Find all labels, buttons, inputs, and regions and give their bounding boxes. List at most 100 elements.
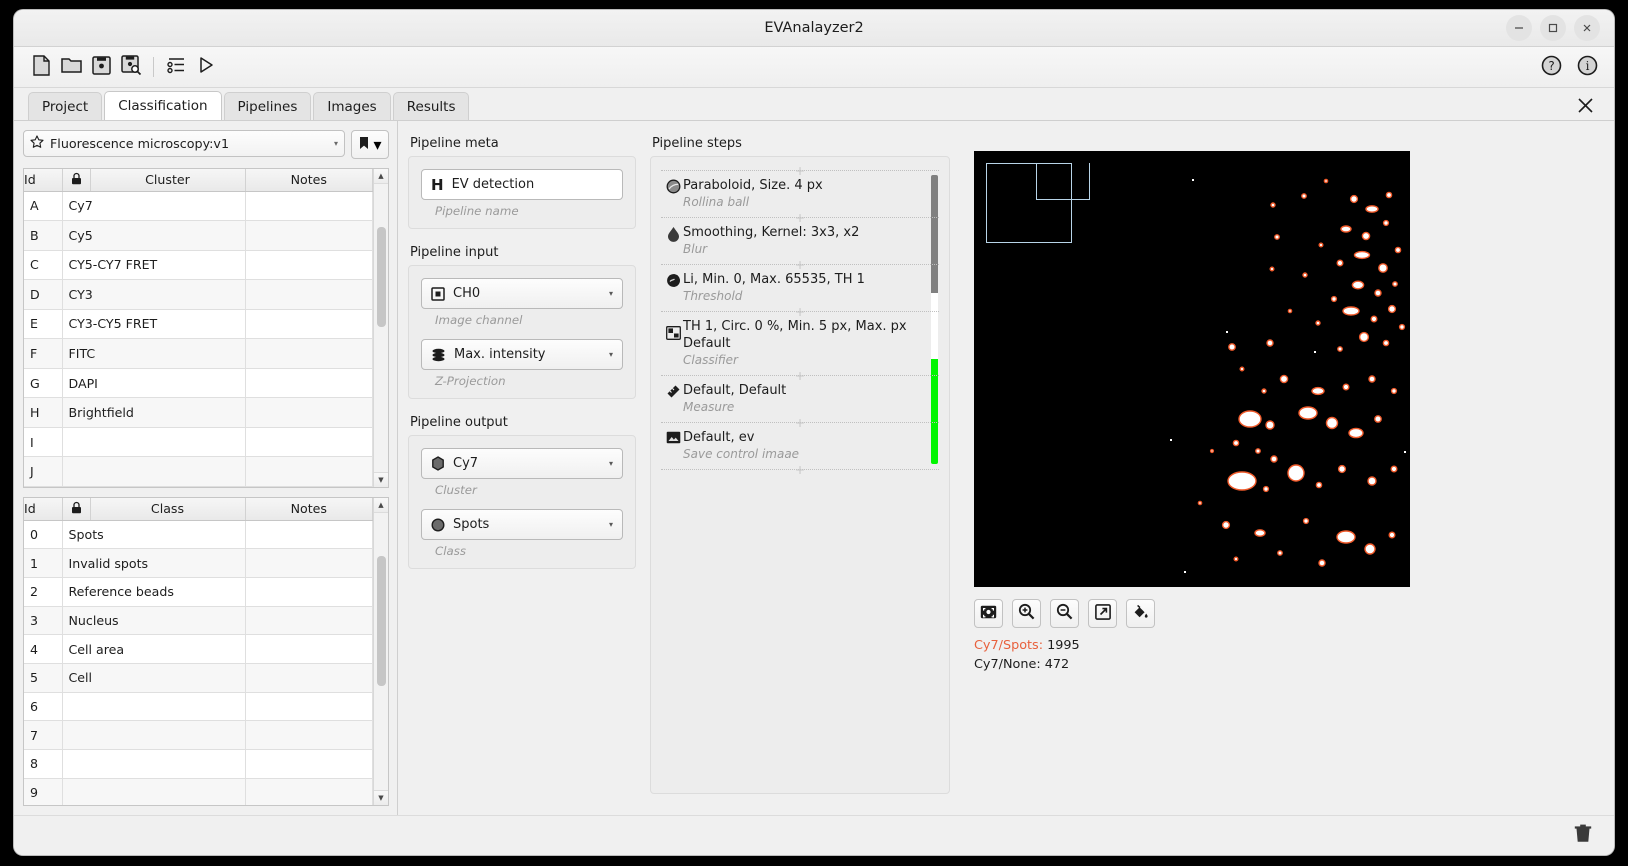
cell-class[interactable] <box>62 720 246 750</box>
tab-project[interactable]: Project <box>28 92 103 120</box>
table-row[interactable]: E CY3-CY5 FRET <box>24 309 373 340</box>
column-header-notes[interactable]: Notes <box>245 498 373 521</box>
cell-cluster[interactable] <box>62 456 246 487</box>
z-projection-select[interactable]: Max. intensity ▾ <box>421 339 623 370</box>
cell-notes[interactable] <box>245 720 373 750</box>
cluster-table-scrollbar[interactable]: ▲ ▼ <box>373 169 388 487</box>
scroll-down-icon[interactable]: ▼ <box>373 790 388 805</box>
pipeline-step[interactable]: Default, ev Save control imaae <box>651 429 949 463</box>
pipeline-step[interactable]: Default, Default Measure <box>651 382 949 416</box>
cell-notes[interactable] <box>245 692 373 722</box>
tab-results[interactable]: Results <box>392 92 470 120</box>
table-row[interactable]: J <box>24 456 373 487</box>
table-row[interactable]: 8 <box>24 749 373 779</box>
roi-inner-rectangle[interactable] <box>1036 163 1090 200</box>
pipeline-name-input[interactable]: H EV detection <box>421 169 623 200</box>
cell-cluster[interactable]: Cy5 <box>62 220 246 251</box>
table-row[interactable]: B Cy5 <box>24 220 373 251</box>
cell-class[interactable]: Reference beads <box>62 577 246 607</box>
cell-cluster[interactable]: CY5-CY7 FRET <box>62 250 246 281</box>
cell-notes[interactable] <box>245 250 373 281</box>
table-row[interactable]: H Brightfield <box>24 397 373 428</box>
cell-notes[interactable] <box>245 577 373 607</box>
class-table-scrollbar[interactable]: ▲ ▼ <box>373 498 388 805</box>
cell-notes[interactable] <box>245 427 373 458</box>
pipeline-step[interactable]: Li, Min. 0, Max. 65535, TH 1 Threshold <box>651 271 949 305</box>
help-button[interactable]: ? <box>1536 52 1566 82</box>
column-header-cluster[interactable]: Cluster <box>90 169 246 192</box>
cell-cluster[interactable]: Cy7 <box>62 191 246 222</box>
add-step-separator[interactable]: + <box>651 463 949 476</box>
cell-notes[interactable] <box>245 606 373 636</box>
table-row[interactable]: 7 <box>24 720 373 750</box>
table-row[interactable]: 3 Nucleus <box>24 606 373 636</box>
save-button[interactable] <box>86 52 116 82</box>
cell-notes[interactable] <box>245 220 373 251</box>
table-row[interactable]: I <box>24 427 373 458</box>
output-class-select[interactable]: Spots ▾ <box>421 509 623 540</box>
table-row[interactable]: 5 Cell <box>24 663 373 693</box>
table-row[interactable]: 4 Cell area <box>24 634 373 664</box>
pipeline-step[interactable]: Paraboloid, Size. 4 px Rollina ball <box>651 177 949 211</box>
table-row[interactable]: 0 Spots <box>24 520 373 550</box>
fit-to-screen-button[interactable] <box>974 599 1003 628</box>
image-channel-select[interactable]: CH0 ▾ <box>421 278 623 309</box>
cell-cluster[interactable] <box>62 427 246 458</box>
add-step-separator[interactable]: + <box>651 416 949 429</box>
bookmark-button[interactable]: ▾ <box>351 130 389 159</box>
scroll-up-icon[interactable]: ▲ <box>373 169 388 184</box>
table-row[interactable]: 2 Reference beads <box>24 577 373 607</box>
image-preview[interactable] <box>974 151 1410 587</box>
tab-pipelines[interactable]: Pipelines <box>223 92 312 120</box>
cell-class[interactable]: Nucleus <box>62 606 246 636</box>
add-step-separator[interactable]: + <box>651 258 949 271</box>
window-close-button[interactable] <box>1574 15 1600 41</box>
delete-button[interactable] <box>1570 823 1596 849</box>
template-select[interactable]: Fluorescence microscopy:v1 ▾ <box>23 130 345 157</box>
cell-notes[interactable] <box>245 279 373 310</box>
minimize-button[interactable] <box>1506 15 1532 41</box>
scrollbar-thumb[interactable] <box>377 227 386 327</box>
run-button[interactable] <box>191 52 221 82</box>
cell-notes[interactable] <box>245 749 373 779</box>
save-as-button[interactable] <box>116 52 146 82</box>
scroll-up-icon[interactable]: ▲ <box>373 498 388 513</box>
fill-color-button[interactable] <box>1126 599 1155 628</box>
pipeline-step[interactable]: Smoothing, Kernel: 3x3, x2 Blur <box>651 224 949 258</box>
cell-class[interactable]: Cell area <box>62 634 246 664</box>
info-button[interactable]: i <box>1572 52 1602 82</box>
open-external-button[interactable] <box>1088 599 1117 628</box>
column-header-lock[interactable] <box>62 169 91 192</box>
cell-notes[interactable] <box>245 663 373 693</box>
table-row[interactable]: A Cy7 <box>24 191 373 222</box>
cell-notes[interactable] <box>245 778 373 805</box>
cell-cluster[interactable]: DAPI <box>62 368 246 399</box>
cell-notes[interactable] <box>245 368 373 399</box>
zoom-out-button[interactable] <box>1050 599 1079 628</box>
add-step-separator[interactable]: + <box>651 369 949 382</box>
table-row[interactable]: 1 Invalid spots <box>24 548 373 578</box>
cell-cluster[interactable]: CY3-CY5 FRET <box>62 309 246 340</box>
pipeline-step[interactable]: TH 1, Circ. 0 %, Min. 5 px, Max. px Defa… <box>651 318 949 369</box>
cell-class[interactable] <box>62 692 246 722</box>
tab-classification[interactable]: Classification <box>104 91 222 120</box>
column-header-notes[interactable]: Notes <box>245 169 373 192</box>
settings-list-button[interactable] <box>161 52 191 82</box>
open-folder-button[interactable] <box>56 52 86 82</box>
column-header-id[interactable]: Id <box>24 169 63 192</box>
tab-images[interactable]: Images <box>313 92 391 120</box>
cell-notes[interactable] <box>245 338 373 369</box>
table-row[interactable]: D CY3 <box>24 279 373 310</box>
output-cluster-select[interactable]: Cy7 ▾ <box>421 448 623 479</box>
cell-notes[interactable] <box>245 191 373 222</box>
zoom-in-button[interactable] <box>1012 599 1041 628</box>
table-row[interactable]: 6 <box>24 692 373 722</box>
cell-class[interactable] <box>62 778 246 805</box>
add-step-separator[interactable]: + <box>651 305 949 318</box>
column-header-class[interactable]: Class <box>90 498 246 521</box>
cell-notes[interactable] <box>245 309 373 340</box>
table-row[interactable]: F FITC <box>24 338 373 369</box>
table-row[interactable]: G DAPI <box>24 368 373 399</box>
cell-class[interactable]: Cell <box>62 663 246 693</box>
cell-cluster[interactable]: Brightfield <box>62 397 246 428</box>
